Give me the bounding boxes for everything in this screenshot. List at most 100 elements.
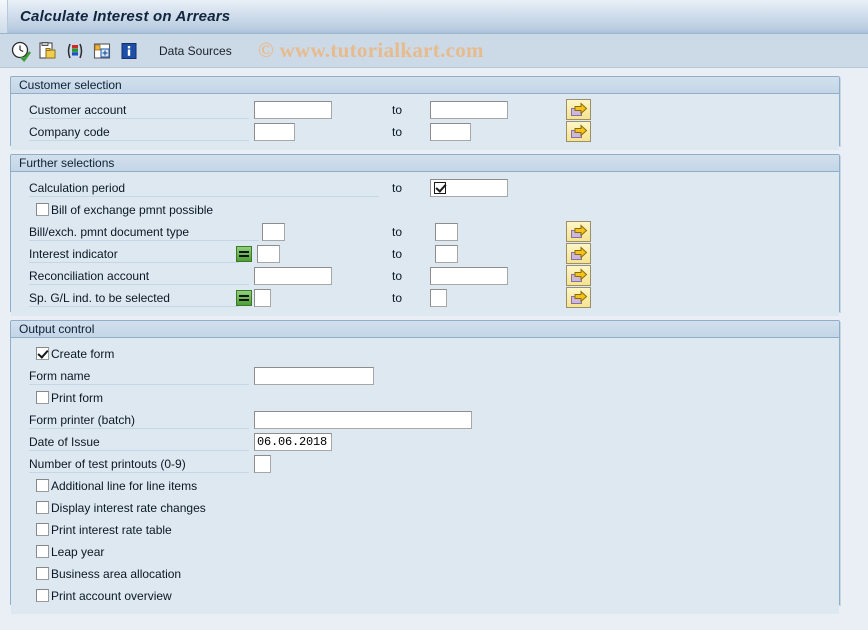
number-of-test-printouts-input[interactable] — [254, 455, 271, 473]
customer-account-to-input[interactable] — [430, 101, 508, 119]
print-form-checkbox[interactable] — [36, 391, 49, 404]
label-guideline — [29, 472, 249, 473]
form-name-input[interactable] — [254, 367, 374, 385]
create-form-checkbox[interactable] — [36, 347, 49, 360]
data-sources-button[interactable]: Data Sources — [159, 44, 232, 58]
leap-year-label[interactable]: Leap year — [51, 544, 104, 560]
label-form-name: Form name — [29, 369, 91, 383]
label-customer-account: Customer account — [29, 103, 127, 117]
row-leap-year: Leap year — [11, 541, 839, 563]
print-form-label[interactable]: Print form — [51, 390, 103, 406]
form-printer-batch-input[interactable] — [254, 411, 472, 429]
info-icon[interactable] — [118, 40, 140, 62]
sp-gl-ind-from-input[interactable] — [254, 289, 271, 307]
row-sp-gl-ind-to-be-selected: Sp. G/L ind. to be selected to — [11, 287, 839, 309]
date-of-issue-input[interactable] — [254, 433, 332, 451]
label-guideline — [29, 240, 259, 241]
interest-indicator-multiple-selection-button[interactable] — [566, 243, 591, 264]
label-sp-gl-ind-to-be-selected: Sp. G/L ind. to be selected — [29, 291, 170, 305]
to-label: to — [392, 247, 403, 261]
sp-gl-ind-to-input[interactable] — [430, 289, 447, 307]
group-header-further-selections: Further selections — [11, 155, 839, 172]
business-area-allocation-checkbox[interactable] — [36, 567, 49, 580]
reconciliation-account-to-input[interactable] — [430, 267, 508, 285]
display-interest-rate-changes-label[interactable]: Display interest rate changes — [51, 500, 206, 516]
sp-gl-ind-selection-option-icon[interactable] — [236, 290, 252, 306]
company-code-multiple-selection-button[interactable] — [566, 121, 591, 142]
application-toolbar: Data Sources — [0, 34, 868, 68]
customer-account-multiple-selection-button[interactable] — [566, 99, 591, 120]
bill-exch-pmnt-document-type-to-input[interactable] — [435, 223, 458, 241]
interest-indicator-from-input[interactable] — [257, 245, 280, 263]
print-account-overview-checkbox[interactable] — [36, 589, 49, 602]
page-title: Calculate Interest on Arrears — [20, 8, 231, 25]
calculation-period-to-field[interactable] — [430, 179, 508, 197]
sp-gl-ind-multiple-selection-button[interactable] — [566, 287, 591, 308]
label-guideline — [29, 196, 379, 197]
to-label: to — [392, 291, 403, 305]
window-titlebar: Calculate Interest on Arrears — [0, 0, 868, 34]
print-interest-rate-table-label[interactable]: Print interest rate table — [51, 522, 172, 538]
group-body-output-control: Create form Form name Print form Form pr… — [11, 338, 839, 614]
label-guideline — [29, 262, 239, 263]
company-code-from-input[interactable] — [254, 123, 295, 141]
label-reconciliation-account: Reconciliation account — [29, 269, 150, 283]
group-header-customer-selection: Customer selection — [11, 77, 839, 94]
group-output-control: Output control Create form Form name Pri… — [10, 320, 840, 614]
to-label: to — [392, 181, 403, 195]
print-interest-rate-table-checkbox[interactable] — [36, 523, 49, 536]
row-calculation-period: Calculation period to — [11, 177, 839, 199]
label-form-printer-batch: Form printer (batch) — [29, 413, 136, 427]
additional-line-for-line-items-label[interactable]: Additional line for line items — [51, 478, 197, 494]
reconciliation-account-multiple-selection-button[interactable] — [566, 265, 591, 286]
additional-line-for-line-items-checkbox[interactable] — [36, 479, 49, 492]
business-area-allocation-label[interactable]: Business area allocation — [51, 566, 181, 582]
selection-options-icon[interactable] — [64, 40, 86, 62]
bill-exch-pmnt-document-type-multiple-selection-button[interactable] — [566, 221, 591, 242]
bill-exch-pmnt-document-type-from-input[interactable] — [262, 223, 285, 241]
group-further-selections: Further selections Calculation period to… — [10, 154, 840, 316]
interest-indicator-to-input[interactable] — [435, 245, 458, 263]
bill-of-exchange-pmnt-possible-checkbox[interactable] — [36, 203, 49, 216]
row-additional-line-for-line-items: Additional line for line items — [11, 475, 839, 497]
print-account-overview-label[interactable]: Print account overview — [51, 588, 172, 604]
company-code-to-input[interactable] — [430, 123, 471, 141]
label-guideline — [29, 118, 249, 119]
customer-account-from-input[interactable] — [254, 101, 332, 119]
label-guideline — [29, 306, 239, 307]
row-print-form: Print form — [11, 387, 839, 409]
display-interest-rate-changes-checkbox[interactable] — [36, 501, 49, 514]
label-guideline — [29, 384, 249, 385]
leap-year-checkbox[interactable] — [36, 545, 49, 558]
label-number-of-test-printouts: Number of test printouts (0-9) — [29, 457, 186, 471]
selection-screen-content: Customer selection Customer account to C… — [0, 68, 868, 630]
checked-checkbox-icon — [434, 182, 446, 194]
label-guideline — [29, 428, 249, 429]
row-company-code: Company code to — [11, 121, 839, 143]
row-business-area-allocation: Business area allocation — [11, 563, 839, 585]
row-interest-indicator: Interest indicator to — [11, 243, 839, 265]
label-date-of-issue: Date of Issue — [29, 435, 100, 449]
copy-variant-icon[interactable] — [37, 40, 59, 62]
row-form-printer-batch: Form printer (batch) — [11, 409, 839, 431]
group-body-customer-selection: Customer account to Company code to — [11, 94, 839, 150]
reconciliation-account-from-input[interactable] — [254, 267, 332, 285]
execute-clock-icon[interactable] — [10, 40, 32, 62]
to-label: to — [392, 269, 403, 283]
label-bill-exch-pmnt-document-type: Bill/exch. pmnt document type — [29, 225, 190, 239]
label-guideline — [29, 450, 249, 451]
row-bill-of-exchange-pmnt-possible: Bill of exchange pmnt possible — [11, 199, 839, 221]
dynamic-selections-icon[interactable] — [91, 40, 113, 62]
create-form-label[interactable]: Create form — [51, 346, 114, 362]
label-guideline — [29, 284, 249, 285]
to-label: to — [392, 225, 403, 239]
interest-indicator-selection-option-icon[interactable] — [236, 246, 252, 262]
label-calculation-period: Calculation period — [29, 181, 126, 195]
row-print-account-overview: Print account overview — [11, 585, 839, 607]
row-bill-exch-pmnt-document-type: Bill/exch. pmnt document type to — [11, 221, 839, 243]
sap-transaction-window: Calculate Interest on Arrears Data Sourc… — [0, 0, 868, 630]
label-guideline — [29, 140, 249, 141]
bill-of-exchange-pmnt-possible-label[interactable]: Bill of exchange pmnt possible — [51, 202, 213, 218]
group-header-output-control: Output control — [11, 321, 839, 338]
row-customer-account: Customer account to — [11, 99, 839, 121]
